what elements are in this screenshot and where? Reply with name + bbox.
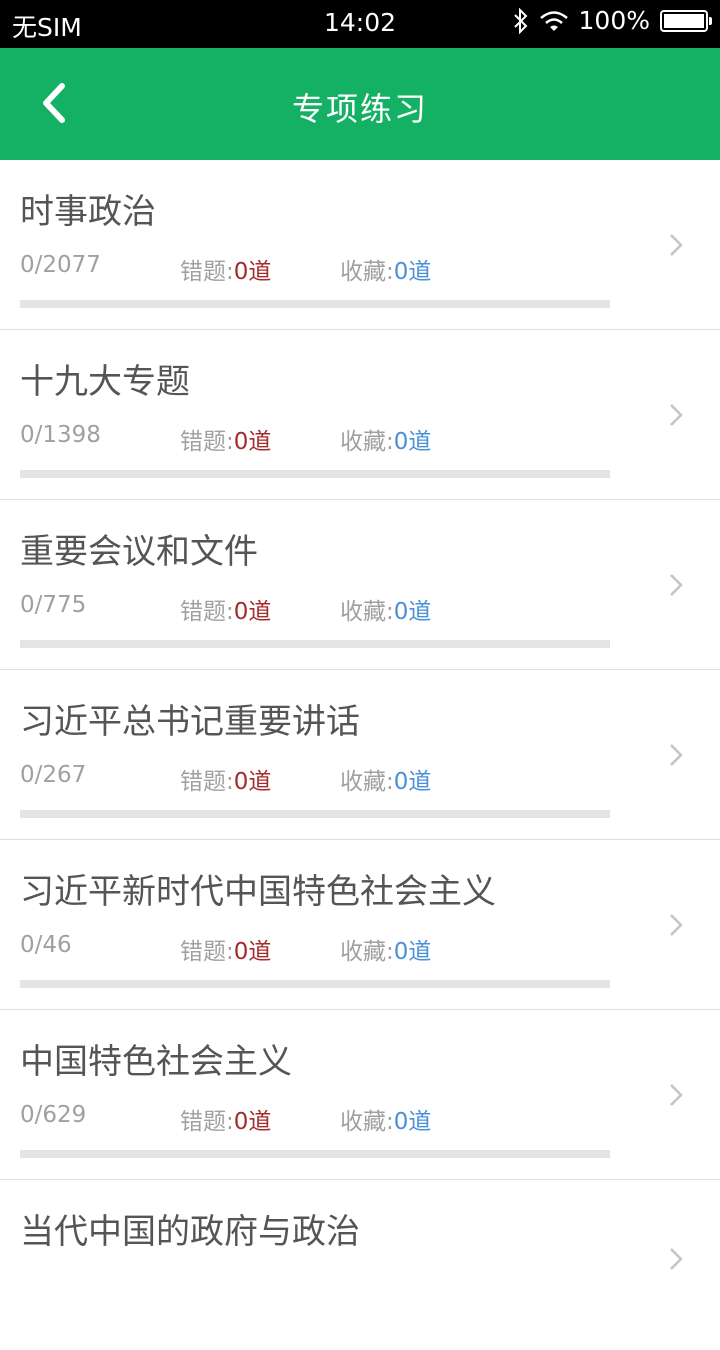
favorite-count: 收藏:0道: [340, 1102, 431, 1136]
battery-level-fill: [664, 13, 704, 28]
progress-bar: [20, 810, 610, 818]
practice-list: 时事政治 0/2077 错题:0道 收藏:0道 十九大专题 0/1398 错题:…: [0, 160, 720, 1350]
wrong-count: 错题:0道: [180, 1102, 271, 1136]
wrong-count: 错题:0道: [180, 592, 271, 626]
wrong-label: 错题:: [180, 429, 234, 455]
chevron-right-icon: [670, 914, 683, 936]
progress-bar: [20, 640, 610, 648]
progress-count: 0/46: [20, 932, 72, 958]
favorite-value: 0道: [393, 769, 432, 795]
chevron-right-icon: [670, 404, 683, 426]
wrong-count: 错题:0道: [180, 252, 271, 286]
wrong-value: 0道: [233, 1109, 272, 1135]
progress-bar: [20, 980, 610, 988]
status-bar: 无SIM 14:02 100%: [0, 0, 720, 48]
wrong-count: 错题:0道: [180, 422, 271, 456]
favorite-count: 收藏:0道: [340, 252, 431, 286]
bluetooth-icon: [513, 7, 527, 34]
item-title: 习近平总书记重要讲话: [20, 702, 360, 742]
wrong-count: 错题:0道: [180, 762, 271, 796]
wrong-label: 错题:: [180, 939, 234, 965]
battery-icon: [660, 9, 712, 32]
chevron-right-icon: [670, 234, 683, 256]
item-title: 重要会议和文件: [20, 532, 258, 572]
list-item[interactable]: 当代中国的政府与政治: [0, 1180, 720, 1350]
battery-percent: 100%: [578, 6, 650, 35]
list-item[interactable]: 习近平总书记重要讲话 0/267 错题:0道 收藏:0道: [0, 670, 720, 840]
wrong-value: 0道: [233, 939, 272, 965]
favorite-count: 收藏:0道: [340, 932, 431, 966]
wrong-value: 0道: [233, 429, 272, 455]
favorite-label: 收藏:: [340, 429, 394, 455]
list-item[interactable]: 重要会议和文件 0/775 错题:0道 收藏:0道: [0, 500, 720, 670]
progress-count: 0/629: [20, 1102, 87, 1128]
list-item[interactable]: 时事政治 0/2077 错题:0道 收藏:0道: [0, 160, 720, 330]
favorite-count: 收藏:0道: [340, 592, 431, 626]
favorite-label: 收藏:: [340, 599, 394, 625]
favorite-value: 0道: [393, 939, 432, 965]
status-indicators: 100%: [513, 6, 712, 35]
wrong-value: 0道: [233, 599, 272, 625]
wrong-label: 错题:: [180, 1109, 234, 1135]
progress-bar: [20, 1150, 610, 1158]
wrong-label: 错题:: [180, 769, 234, 795]
favorite-value: 0道: [393, 599, 432, 625]
progress-bar: [20, 470, 610, 478]
favorite-value: 0道: [393, 1109, 432, 1135]
item-title: 习近平新时代中国特色社会主义: [20, 872, 496, 912]
wrong-label: 错题:: [180, 599, 234, 625]
favorite-value: 0道: [393, 259, 432, 285]
favorite-count: 收藏:0道: [340, 762, 431, 796]
page-title: 专项练习: [291, 90, 428, 128]
wrong-count: 错题:0道: [180, 932, 271, 966]
progress-count: 0/775: [20, 592, 87, 618]
favorite-label: 收藏:: [340, 259, 394, 285]
wrong-value: 0道: [233, 769, 272, 795]
progress-bar: [20, 300, 610, 308]
wrong-label: 错题:: [180, 259, 234, 285]
favorite-label: 收藏:: [340, 1109, 394, 1135]
item-title: 中国特色社会主义: [20, 1042, 292, 1082]
progress-count: 0/2077: [20, 252, 101, 278]
item-title: 十九大专题: [20, 362, 190, 402]
item-title: 当代中国的政府与政治: [20, 1212, 360, 1252]
favorite-count: 收藏:0道: [340, 422, 431, 456]
item-title: 时事政治: [20, 192, 156, 232]
progress-count: 0/267: [20, 762, 87, 788]
chevron-right-icon: [670, 744, 683, 766]
wifi-icon: [539, 10, 568, 31]
chevron-right-icon: [670, 1248, 683, 1270]
favorite-label: 收藏:: [340, 769, 394, 795]
list-item[interactable]: 中国特色社会主义 0/629 错题:0道 收藏:0道: [0, 1010, 720, 1180]
nav-bar: 专项练习: [0, 48, 720, 160]
favorite-label: 收藏:: [340, 939, 394, 965]
favorite-value: 0道: [393, 429, 432, 455]
list-item[interactable]: 习近平新时代中国特色社会主义 0/46 错题:0道 收藏:0道: [0, 840, 720, 1010]
wrong-value: 0道: [233, 259, 272, 285]
list-item[interactable]: 十九大专题 0/1398 错题:0道 收藏:0道: [0, 330, 720, 500]
progress-count: 0/1398: [20, 422, 101, 448]
chevron-right-icon: [670, 574, 683, 596]
chevron-right-icon: [670, 1084, 683, 1106]
